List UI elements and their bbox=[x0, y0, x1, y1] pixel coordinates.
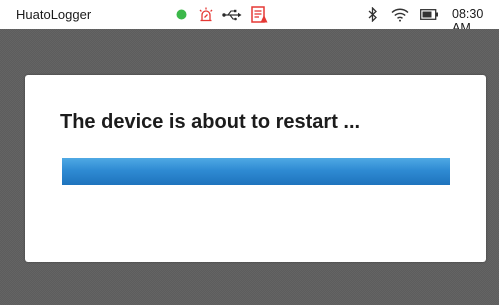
progress-fill bbox=[62, 158, 450, 185]
status-bar: HuatoLogger 08:30 AM bbox=[0, 0, 499, 35]
alarm-icon bbox=[198, 0, 214, 29]
wifi-icon bbox=[391, 0, 409, 29]
restart-dialog: The device is about to restart ... bbox=[25, 75, 486, 262]
bluetooth-icon bbox=[368, 0, 378, 29]
report-icon bbox=[251, 0, 268, 29]
status-dot-icon bbox=[176, 0, 187, 29]
dialog-message: The device is about to restart ... bbox=[60, 111, 361, 133]
usb-icon bbox=[222, 0, 242, 29]
restart-progress-bar bbox=[62, 158, 450, 185]
app-title: HuatoLogger bbox=[16, 7, 92, 22]
battery-icon bbox=[420, 0, 439, 29]
